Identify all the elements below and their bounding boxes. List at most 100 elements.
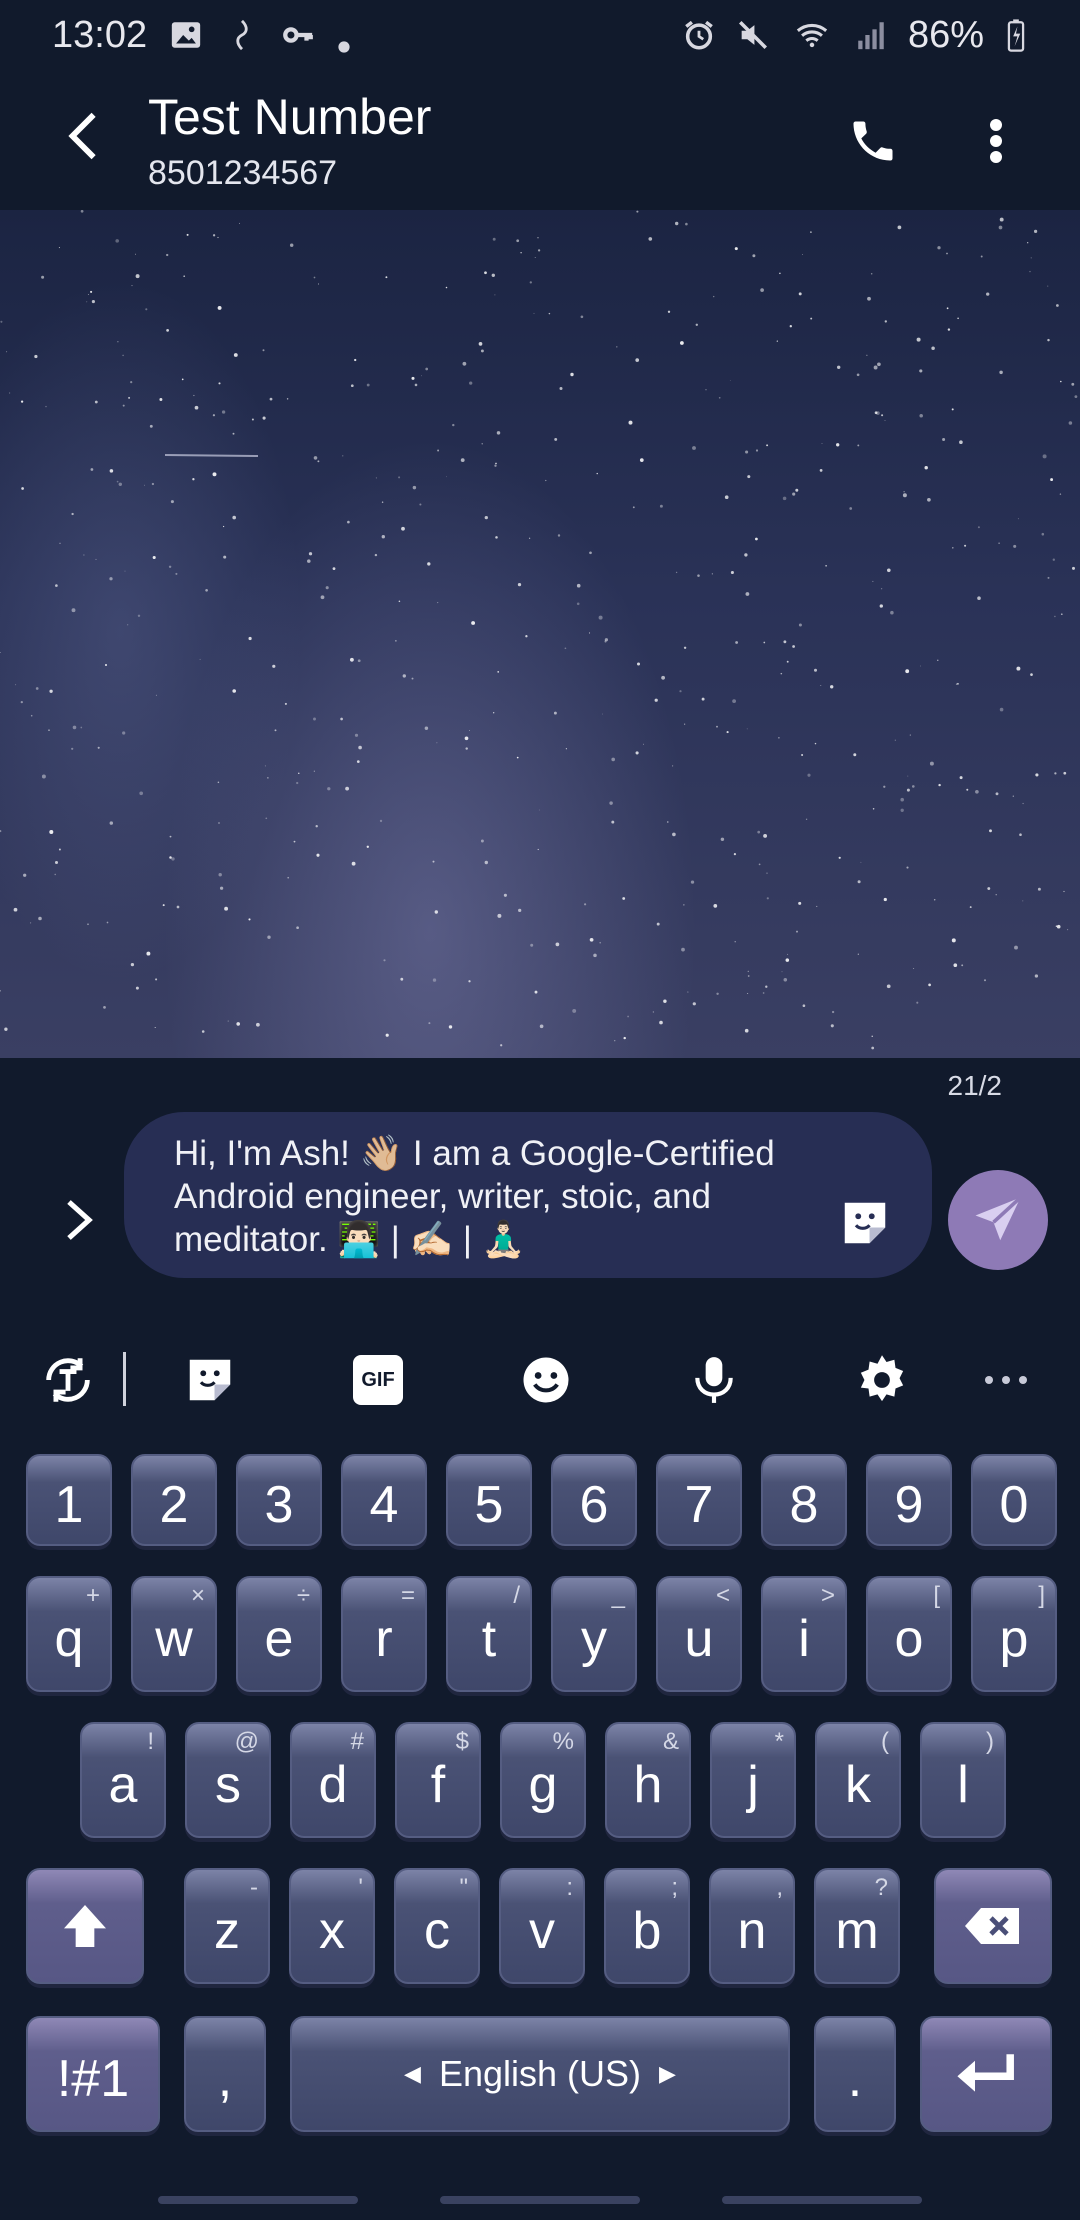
key-label: !#1 [56,2050,130,2108]
key-label: l [957,1756,969,1814]
space-label-wrap: ◀ English (US) ▶ [404,2053,676,2095]
sticker-button[interactable] [838,1196,892,1250]
voice-input-button[interactable] [684,1350,744,1410]
key-v[interactable]: :v [499,1868,585,1984]
sticker-icon [844,1202,886,1244]
key-label: e [264,1610,294,1668]
key-a[interactable]: ! a [80,1722,166,1838]
key-label: v [529,1902,555,1960]
key-hint: = [400,1582,415,1609]
key-8[interactable]: 8 [761,1454,847,1546]
expand-attachments-button[interactable] [50,1190,110,1250]
key-q[interactable]: + q [26,1576,112,1692]
contact-name[interactable]: Test Number [148,88,431,146]
key-b[interactable]: ; b [604,1868,690,1984]
key-hint: < [715,1582,730,1609]
key-6[interactable]: 6 [551,1454,637,1546]
key-f[interactable]: $ f [395,1722,481,1838]
status-left-icons [169,18,351,53]
key-hint: @ [234,1728,259,1755]
key-z[interactable]: -z [184,1868,270,1984]
key-n[interactable]: ,n [709,1868,795,1984]
space-key[interactable]: ◀ English (US) ▶ [290,2016,790,2132]
comma-key[interactable]: , [184,2016,266,2132]
key-label: 5 [474,1476,504,1534]
call-button[interactable] [838,106,908,176]
status-bar: 13:02 86% [0,0,1080,70]
nav-pill-center [440,2196,640,2204]
key-d[interactable]: # d [290,1722,376,1838]
signal-icon [854,18,888,52]
key-5[interactable]: 5 [446,1454,532,1546]
key-label: k [845,1756,871,1814]
key-u[interactable]: < u [656,1576,742,1692]
message-input[interactable]: Hi, I'm Ash! 👋🏼 I am a Google-Certified … [124,1112,932,1278]
key-hint: & [662,1728,679,1755]
toolbar-divider [123,1352,126,1406]
key-label: t [481,1610,497,1668]
key-label: 0 [999,1476,1029,1534]
key-label: 3 [264,1476,294,1534]
shift-key[interactable] [26,1868,144,1984]
key-o[interactable]: [o [866,1576,952,1692]
key-h[interactable]: & h [605,1722,691,1838]
key-j[interactable]: * j [710,1722,796,1838]
keyboard-settings-button[interactable] [852,1350,912,1410]
period-key[interactable]: . [814,2016,896,2132]
key-label: c [424,1902,450,1960]
back-button[interactable] [52,104,116,168]
key-label: w [155,1610,193,1668]
message-text[interactable]: Hi, I'm Ash! 👋🏼 I am a Google-Certified … [174,1132,812,1261]
key-label: , [217,2050,233,2108]
key-hint: ! [147,1728,154,1755]
key-x[interactable]: ' x [289,1868,375,1984]
key-label: 4 [369,1476,399,1534]
symbols-key[interactable]: !#1 [26,2016,160,2132]
key-i[interactable]: > i [761,1576,847,1692]
key-c[interactable]: " c [394,1868,480,1984]
key-hint: _ [611,1582,625,1609]
key-k[interactable]: (k [815,1722,901,1838]
key-y[interactable]: _ y [551,1576,637,1692]
starfield-wallpaper [0,210,1078,1050]
key-e[interactable]: ÷ e [236,1576,322,1692]
key-l[interactable]: ) l [920,1722,1006,1838]
text-mode-button[interactable] [38,1350,98,1410]
key-w[interactable]: × w [131,1576,217,1692]
key-0[interactable]: 0 [971,1454,1057,1546]
emoji-button[interactable] [516,1350,576,1410]
key-9[interactable]: 9 [866,1454,952,1546]
key-label: i [798,1610,810,1668]
key-t[interactable]: / t [446,1576,532,1692]
enter-key[interactable] [920,2016,1052,2132]
key-1[interactable]: 1 [26,1454,112,1546]
key-7[interactable]: 7 [656,1454,742,1546]
key-hint: $ [455,1728,469,1755]
key-hint: ; [671,1874,678,1901]
key-2[interactable]: 2 [131,1454,217,1546]
key-p[interactable]: ] p [971,1576,1057,1692]
key-3[interactable]: 3 [236,1454,322,1546]
toolbar-more-button[interactable] [976,1350,1036,1410]
more-options-button[interactable] [966,106,1026,176]
key-r[interactable]: = r [341,1576,427,1692]
key-4[interactable]: 4 [341,1454,427,1546]
key-hint: [ [933,1582,940,1609]
key-hint: % [552,1728,574,1755]
battery-icon [1004,18,1028,52]
image-icon [169,18,203,52]
sticker-keyboard-button[interactable] [180,1350,240,1410]
wifi-icon [790,18,834,52]
send-button[interactable] [948,1170,1048,1270]
gif-button[interactable]: GIF [348,1350,408,1410]
backspace-key[interactable] [934,1868,1052,1984]
key-label: o [894,1610,924,1668]
key-s[interactable]: @ s [185,1722,271,1838]
dot-icon [337,28,351,53]
mute-icon [736,18,770,52]
key-hint: ' [358,1874,363,1901]
more-vert-icon [990,119,1002,163]
key-m[interactable]: ? m [814,1868,900,1984]
key-g[interactable]: % g [500,1722,586,1838]
key-label: u [684,1610,714,1668]
